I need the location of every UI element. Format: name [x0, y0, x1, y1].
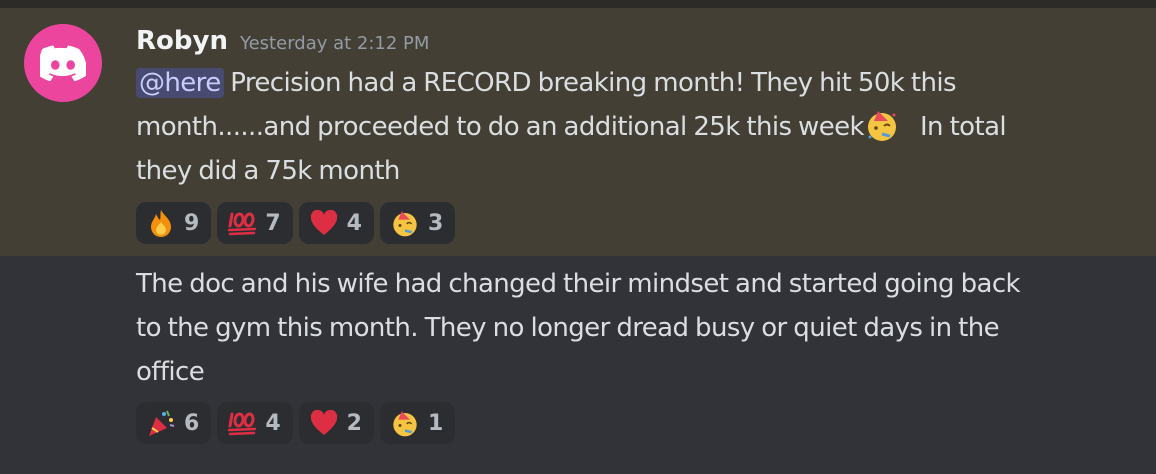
reaction-count: 4	[346, 210, 362, 236]
author-username[interactable]: Robyn	[136, 26, 228, 56]
message-2-reactions: 6 4 2 1	[136, 402, 456, 444]
reaction-count: 9	[184, 210, 200, 236]
message-1-line-2-text: month......and proceeded to do an additi…	[136, 112, 865, 142]
message-2-line-3: office	[136, 357, 205, 387]
reaction-red-heart[interactable]: 4	[298, 202, 374, 244]
reaction-hundred-points[interactable]: 4	[217, 402, 293, 444]
reaction-fire[interactable]: 9	[136, 202, 212, 244]
message-timestamp[interactable]: Yesterday at 2:12 PM	[240, 33, 429, 54]
message-1-line-1: @here Precision had a RECORD breaking mo…	[136, 61, 1126, 105]
mention-here[interactable]: @here	[136, 68, 224, 98]
reaction-partying-face[interactable]: 1	[379, 402, 456, 444]
red-heart-icon	[309, 208, 339, 238]
message-2-content: The doc and his wife had changed their m…	[136, 262, 1126, 394]
reaction-count: 3	[427, 210, 444, 236]
message-1-line-2-end-text: In total	[899, 112, 1007, 142]
reaction-count: 1	[427, 410, 444, 436]
party-popper-icon	[146, 408, 176, 438]
message-divider	[0, 0, 1156, 8]
message-1-line-2: month......and proceeded to do an additi…	[136, 105, 1126, 149]
partying-face-icon	[864, 107, 900, 143]
red-heart-icon	[309, 408, 339, 438]
reaction-count: 4	[265, 410, 281, 436]
hundred-points-icon	[227, 208, 257, 238]
message-1-line-1-text: Precision had a RECORD breaking month! T…	[223, 68, 956, 98]
reaction-count: 7	[265, 210, 281, 236]
fire-icon	[146, 208, 176, 238]
message-1-reactions: 9 7 4 3	[136, 202, 456, 244]
message-2-line-1: The doc and his wife had changed their m…	[136, 269, 1021, 299]
reaction-red-heart[interactable]: 2	[298, 402, 374, 444]
message-1-line-3: they did a 75k month	[136, 156, 400, 186]
chat-area: Robyn Yesterday at 2:12 PM @here Precisi…	[0, 0, 1156, 474]
reaction-count: 6	[184, 410, 200, 436]
partying-face-icon	[390, 408, 420, 438]
hundred-points-icon	[227, 408, 257, 438]
reaction-partying-face[interactable]: 3	[379, 202, 456, 244]
message-2-line-2: to the gym this month. They no longer dr…	[136, 313, 1000, 343]
reaction-party-popper[interactable]: 6	[136, 402, 212, 444]
discord-logo-icon	[40, 45, 86, 81]
partying-face-icon	[390, 208, 420, 238]
avatar[interactable]	[24, 24, 102, 102]
reaction-count: 2	[346, 410, 362, 436]
reaction-hundred-points[interactable]: 7	[217, 202, 293, 244]
message-1-content: @here Precision had a RECORD breaking mo…	[136, 61, 1126, 193]
